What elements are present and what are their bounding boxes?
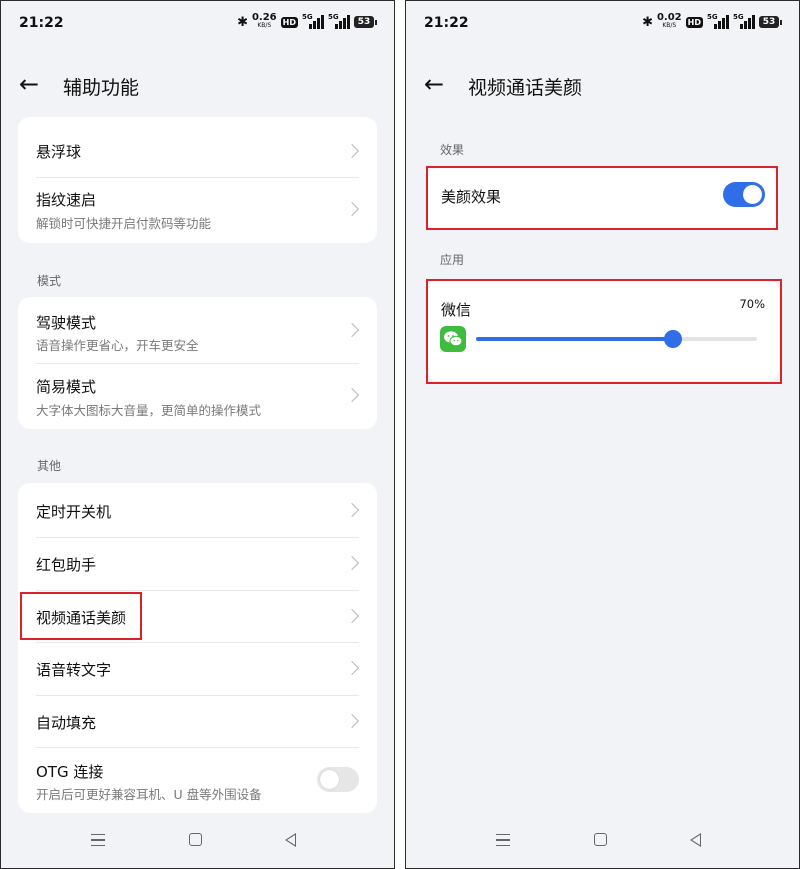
item-subtitle: 开启后可更好兼容耳机、U 盘等外围设备	[36, 787, 262, 802]
section-label-apps: 应用	[440, 253, 465, 267]
app-name: 微信	[441, 301, 472, 319]
settings-item-red-packet-assistant[interactable]: 红包助手	[18, 537, 377, 590]
section-label-mode: 模式	[37, 274, 62, 288]
video-call-beauty-screen: 21:22 ✱ 0.02 KB/S HD 5G 5G 53 ← 视频通话美颜 效…	[405, 0, 800, 869]
section-label-other: 其他	[37, 459, 62, 473]
page-header: ← 视频通话美颜	[406, 63, 799, 107]
wechat-icon	[440, 326, 466, 352]
item-title: 悬浮球	[36, 143, 82, 161]
item-title: 视频通话美颜	[36, 609, 127, 627]
other-card: 定时开关机 红包助手 视频通话美颜 语音转文字 自动填充 OTG 连接 开启后可…	[18, 483, 377, 813]
slider-thumb[interactable]	[663, 330, 682, 348]
bluetooth-icon: ✱	[237, 14, 248, 30]
page-title: 视频通话美颜	[468, 77, 583, 99]
item-subtitle: 大字体大图标大音量，更简单的操作模式	[36, 403, 262, 418]
chevron-right-icon	[344, 660, 360, 676]
nav-home-icon[interactable]	[594, 833, 607, 846]
nav-home-icon[interactable]	[189, 833, 202, 846]
beauty-effect-row: 美颜效果	[426, 168, 779, 229]
page-header: ← 辅助功能	[1, 63, 394, 107]
battery-icon: 53	[759, 16, 782, 28]
chevron-right-icon	[344, 608, 360, 624]
signal-icon: 5G	[733, 13, 755, 29]
beauty-effect-label: 美颜效果	[441, 188, 502, 206]
battery-icon: 53	[354, 16, 377, 28]
back-arrow-icon[interactable]: ←	[424, 71, 450, 97]
item-title: 定时开关机	[36, 503, 112, 521]
beauty-level-percent: 70%	[739, 297, 765, 311]
nav-back-icon[interactable]	[690, 833, 701, 847]
back-arrow-icon[interactable]: ←	[19, 71, 45, 97]
settings-item-video-call-beauty[interactable]: 视频通话美颜	[18, 590, 377, 642]
settings-item-simple-mode[interactable]: 简易模式 大字体大图标大音量，更简单的操作模式	[18, 363, 377, 429]
beauty-level-slider[interactable]	[476, 330, 757, 348]
navigation-bar	[1, 816, 394, 868]
status-icons: ✱ 0.02 KB/S HD 5G 5G 53	[642, 12, 782, 30]
chevron-right-icon	[344, 387, 360, 403]
chevron-right-icon	[344, 322, 360, 338]
item-subtitle: 语音操作更省心，开车更安全	[36, 338, 199, 353]
item-title: 自动填充	[36, 714, 97, 732]
item-title: 简易模式	[36, 378, 97, 396]
app-beauty-card: 微信 70%	[426, 279, 779, 381]
bluetooth-icon: ✱	[642, 14, 653, 30]
item-title: 驾驶模式	[36, 314, 97, 332]
chevron-right-icon	[344, 201, 360, 217]
page-title: 辅助功能	[63, 77, 140, 99]
settings-item-scheduled-power[interactable]: 定时开关机	[18, 483, 377, 537]
item-title: 红包助手	[36, 556, 97, 574]
chevron-right-icon	[344, 502, 360, 518]
otg-toggle[interactable]	[317, 767, 359, 792]
nav-menu-icon[interactable]	[91, 834, 105, 846]
slider-fill	[476, 337, 673, 341]
item-title: 指纹速启	[36, 191, 97, 209]
signal-icon: 5G	[328, 13, 350, 29]
navigation-bar	[406, 816, 799, 868]
chevron-right-icon	[344, 143, 360, 159]
network-speed: 0.26 KB/S	[251, 12, 277, 30]
status-bar: 21:22 ✱ 0.02 KB/S HD 5G 5G 53	[406, 1, 799, 47]
settings-item-autofill[interactable]: 自动填充	[18, 695, 377, 747]
nav-back-icon[interactable]	[285, 833, 296, 847]
status-icons: ✱ 0.26 KB/S HD 5G 5G 53	[237, 12, 377, 30]
item-title: 语音转文字	[36, 661, 112, 679]
chevron-right-icon	[344, 713, 360, 729]
status-time: 21:22	[424, 15, 469, 31]
section-label-effect: 效果	[440, 143, 465, 157]
beauty-effect-card: 美颜效果	[426, 168, 779, 229]
network-speed: 0.02 KB/S	[656, 12, 682, 30]
settings-item-voice-to-text[interactable]: 语音转文字	[18, 642, 377, 695]
settings-item-otg-connection: OTG 连接 开启后可更好兼容耳机、U 盘等外围设备	[18, 747, 377, 813]
signal-icon: 5G	[302, 13, 324, 29]
item-title: OTG 连接	[36, 763, 104, 781]
settings-item-floating-ball[interactable]: 悬浮球	[18, 117, 377, 177]
accessibility-screen: 21:22 ✱ 0.26 KB/S HD 5G 5G 53 ← 辅助功能 悬浮球…	[0, 0, 395, 869]
status-bar: 21:22 ✱ 0.26 KB/S HD 5G 5G 53	[1, 1, 394, 47]
item-subtitle: 解锁时可快捷开启付款码等功能	[36, 216, 212, 231]
hd-badge: HD	[280, 16, 298, 28]
chevron-right-icon	[344, 555, 360, 571]
settings-item-driving-mode[interactable]: 驾驶模式 语音操作更省心，开车更安全	[18, 297, 377, 363]
top-settings-card: 悬浮球 指纹速启 解锁时可快捷开启付款码等功能	[18, 117, 377, 243]
mode-card: 驾驶模式 语音操作更省心，开车更安全 简易模式 大字体大图标大音量，更简单的操作…	[18, 297, 377, 429]
beauty-effect-toggle[interactable]	[723, 182, 765, 207]
settings-item-fingerprint-quick-launch[interactable]: 指纹速启 解锁时可快捷开启付款码等功能	[18, 177, 377, 243]
hd-badge: HD	[685, 16, 703, 28]
signal-icon: 5G	[707, 13, 729, 29]
nav-menu-icon[interactable]	[496, 834, 510, 846]
status-time: 21:22	[19, 15, 64, 31]
